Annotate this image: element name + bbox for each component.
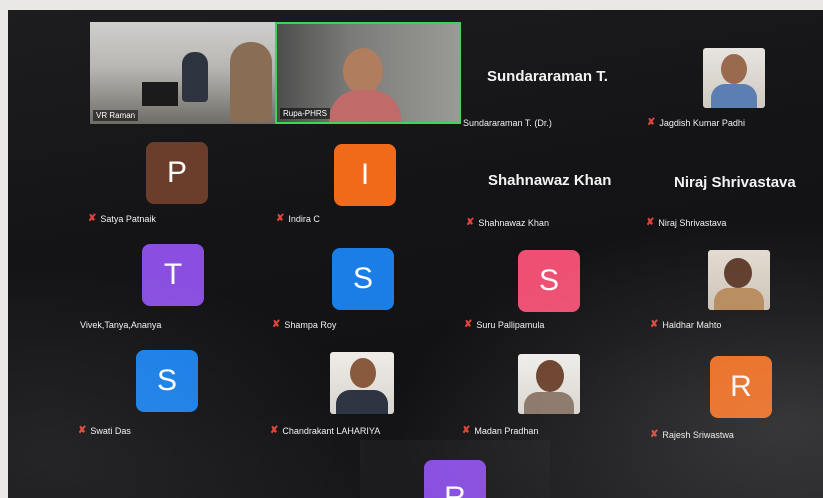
tile-rupa-active-speaker[interactable]: Rupa-PHRS: [275, 22, 461, 124]
face: [536, 360, 564, 392]
tile-satya[interactable]: P ✘ Satya Patnaik: [82, 130, 270, 228]
participant-figure: [182, 52, 208, 102]
participant-display-name: Sundararaman T.: [487, 68, 608, 85]
participant-name-label: ✘ Haldhar Mahto: [650, 319, 722, 331]
avatar-initial: S: [136, 350, 198, 412]
participant-name-label: ✘ Satya Patnaik: [88, 213, 156, 225]
participant-name-label: Sundararaman T. (Dr.): [463, 118, 552, 128]
suit: [336, 390, 388, 414]
shirt: [711, 84, 757, 108]
participant-photo: [330, 352, 394, 414]
participant-name-label: ✘ Jagdish Kumar Padhi: [647, 117, 745, 129]
participant-face: [343, 48, 383, 94]
muted-mic-icon: ✘: [466, 217, 475, 228]
tile-shampa[interactable]: S ✘ Shampa Roy: [266, 232, 458, 332]
participant-name-label: ✘ Madan Pradhan: [462, 425, 539, 437]
participant-name-label: ✘ Suru Pallipamula: [464, 319, 545, 331]
tile-madan[interactable]: ✘ Madan Pradhan: [456, 336, 642, 438]
tile-suru[interactable]: S ✘ Suru Pallipamula: [458, 232, 642, 332]
tile-sundararaman[interactable]: Sundararaman T. Sundararaman T. (Dr.): [461, 22, 641, 130]
video-grid: VR Raman Rupa-PHRS Sundararaman T. Sunda…: [8, 10, 823, 498]
face: [350, 358, 376, 388]
tile-shahnawaz[interactable]: Shahnawaz Khan ✘ Shahnawaz Khan: [460, 130, 640, 228]
tile-chandrakant[interactable]: ✘ Chandrakant LAHARIYA: [264, 336, 456, 438]
avatar-initial: S: [332, 248, 394, 310]
tile-partial-bottom[interactable]: R: [360, 440, 550, 498]
tile-swati[interactable]: S ✘ Swati Das: [72, 336, 264, 438]
muted-mic-icon: ✘: [650, 319, 659, 330]
muted-mic-icon: ✘: [272, 319, 281, 330]
tile-haldhar[interactable]: ✘ Haldhar Mahto: [642, 232, 823, 332]
tile-jagdish[interactable]: ✘ Jagdish Kumar Padhi: [641, 22, 821, 130]
participant-name-label: ✘ Shampa Roy: [272, 319, 337, 331]
laptop: [142, 82, 178, 106]
shirt: [524, 392, 574, 414]
muted-mic-icon: ✘: [646, 217, 655, 228]
participant-name-label: ✘ Rajesh Sriwastwa: [650, 429, 734, 441]
participant-name-label: ✘ Swati Das: [78, 425, 131, 437]
muted-mic-icon: ✘: [650, 429, 659, 440]
avatar-initial: T: [142, 244, 204, 306]
participant-body: [329, 90, 401, 122]
tile-niraj[interactable]: Niraj Shrivastava ✘ Niraj Shrivastava: [640, 130, 823, 228]
avatar-initial: R: [710, 356, 772, 418]
participant-figure: [230, 42, 272, 122]
shirt: [714, 288, 764, 310]
participant-photo: [703, 48, 765, 108]
participant-name-label: ✘ Indira C: [276, 213, 320, 225]
muted-mic-icon: ✘: [462, 425, 471, 436]
participant-photo: [708, 250, 770, 310]
muted-mic-icon: ✘: [464, 319, 473, 330]
participant-photo: [518, 354, 580, 414]
participant-name: VR Raman: [93, 110, 139, 121]
muted-mic-icon: ✘: [270, 425, 279, 436]
tile-rajesh[interactable]: R ✘ Rajesh Sriwastwa: [642, 336, 823, 440]
participant-name: Rupa-PHRS: [280, 108, 331, 119]
avatar-initial: I: [334, 144, 396, 206]
participant-display-name: Shahnawaz Khan: [488, 172, 612, 189]
muted-mic-icon: ✘: [647, 117, 656, 128]
face: [724, 258, 752, 288]
muted-mic-icon: ✘: [276, 213, 285, 224]
tile-vivek[interactable]: T Vivek,Tanya,Ananya: [78, 232, 266, 332]
tile-indira[interactable]: I ✘ Indira C: [270, 130, 460, 228]
participant-display-name: Niraj Shrivastava: [674, 174, 796, 191]
muted-mic-icon: ✘: [88, 213, 97, 224]
participant-name-label: ✘ Niraj Shrivastava: [646, 217, 727, 229]
participant-name-label: Vivek,Tanya,Ananya: [80, 320, 162, 330]
video-feed-vr-raman: [90, 22, 275, 124]
muted-mic-icon: ✘: [78, 425, 87, 436]
avatar-initial: P: [146, 142, 208, 204]
avatar-initial: S: [518, 250, 580, 312]
avatar-initial: R: [424, 460, 486, 498]
participant-name-label: ✘ Shahnawaz Khan: [466, 217, 549, 229]
face: [721, 54, 747, 84]
participant-name-label: ✘ Chandrakant LAHARIYA: [270, 425, 381, 437]
tile-vr-raman[interactable]: VR Raman: [90, 22, 275, 124]
